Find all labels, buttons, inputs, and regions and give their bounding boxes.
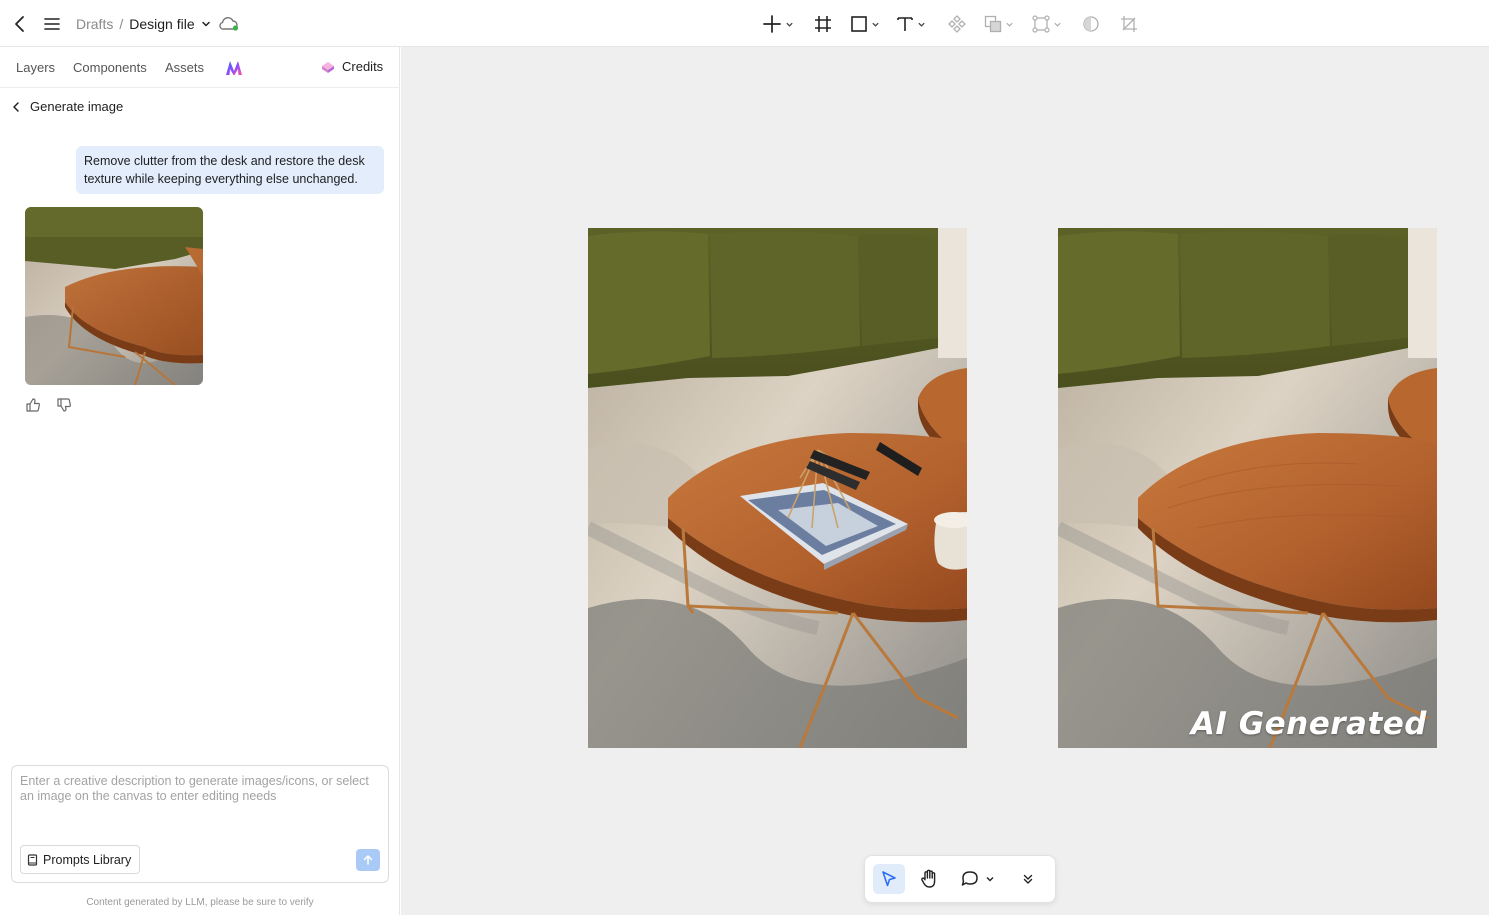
book-icon xyxy=(27,853,38,866)
mask-tool[interactable] xyxy=(1082,10,1100,38)
component-icon xyxy=(948,15,966,33)
chevron-down-icon[interactable] xyxy=(201,19,211,29)
chevron-left-icon[interactable] xyxy=(10,101,22,113)
breadcrumb-drafts[interactable]: Drafts xyxy=(76,16,113,32)
ai-logo-icon[interactable] xyxy=(225,60,243,76)
comment-tool-button[interactable] xyxy=(957,864,997,894)
frame-icon xyxy=(815,16,831,32)
chevron-down-icon[interactable] xyxy=(1053,20,1062,29)
prompts-library-button[interactable]: Prompts Library xyxy=(20,845,141,874)
original-table-photo xyxy=(588,228,967,748)
user-prompt-bubble: Remove clutter from the desk and restore… xyxy=(76,146,384,194)
text-tool[interactable] xyxy=(896,10,926,38)
chevron-down-icon[interactable] xyxy=(871,20,880,29)
panel-tabs: Layers Components Assets Credits xyxy=(0,47,400,88)
table-scene-thumbnail-image xyxy=(25,207,203,385)
chevron-down-icon[interactable] xyxy=(917,20,926,29)
ai-generated-image[interactable]: AI Generated xyxy=(1058,228,1437,748)
chevron-down-icon[interactable] xyxy=(785,20,794,29)
breadcrumb-separator: / xyxy=(119,16,124,32)
chevron-down-icon[interactable] xyxy=(1005,20,1014,29)
design-canvas[interactable]: AI Generated xyxy=(401,47,1489,915)
credits-label: Credits xyxy=(342,59,384,74)
component-tool[interactable] xyxy=(948,10,966,38)
tab-layers[interactable]: Layers xyxy=(16,60,55,75)
hand-icon xyxy=(921,869,936,888)
generated-table-photo xyxy=(1058,228,1437,748)
tab-components[interactable]: Components xyxy=(73,60,147,75)
generated-image-thumbnail[interactable] xyxy=(25,207,203,385)
text-icon xyxy=(897,17,913,31)
chevron-down-icon[interactable] xyxy=(985,874,995,884)
menu-icon[interactable] xyxy=(42,14,62,34)
prompt-input[interactable]: Enter a creative description to generate… xyxy=(20,774,382,804)
back-icon[interactable] xyxy=(10,14,30,34)
thumbs-down-icon[interactable] xyxy=(56,397,72,413)
frame-tool[interactable] xyxy=(814,10,832,38)
generate-image-title: Generate image xyxy=(30,99,124,114)
boolean-icon xyxy=(984,15,1002,33)
rectangle-icon xyxy=(851,16,867,32)
cloud-sync-icon[interactable] xyxy=(218,15,240,33)
left-panel: Layers Components Assets Credits Generat… xyxy=(0,47,400,915)
comment-icon xyxy=(961,871,978,886)
design-toolbar xyxy=(762,10,1148,38)
instance-tool[interactable] xyxy=(1032,10,1062,38)
select-tool-button[interactable] xyxy=(873,864,905,894)
instance-icon xyxy=(1032,15,1050,33)
plus-icon xyxy=(763,15,781,33)
thumbs-up-icon[interactable] xyxy=(25,397,41,413)
hand-tool-button[interactable] xyxy=(915,864,943,894)
crop-icon xyxy=(1121,16,1137,32)
add-tool[interactable] xyxy=(762,10,794,38)
crop-tool[interactable] xyxy=(1120,10,1138,38)
arrow-up-icon xyxy=(363,855,373,865)
bottom-toolbar xyxy=(864,855,1056,903)
credits-icon xyxy=(322,61,334,73)
double-chevron-down-icon xyxy=(1023,874,1033,884)
file-name[interactable]: Design file xyxy=(129,16,194,32)
top-bar: Drafts / Design file xyxy=(0,0,1489,47)
shape-tool[interactable] xyxy=(850,10,880,38)
breadcrumb: Drafts / Design file xyxy=(76,16,211,32)
send-button[interactable] xyxy=(356,849,380,871)
credits-button[interactable]: Credits xyxy=(320,59,383,74)
circle-icon xyxy=(1083,16,1099,32)
boolean-tool[interactable] xyxy=(984,10,1014,38)
ai-generated-badge: AI Generated xyxy=(1190,706,1427,742)
select-cursor-icon xyxy=(882,871,896,887)
tab-assets[interactable]: Assets xyxy=(165,60,204,75)
llm-disclaimer: Content generated by LLM, please be sure… xyxy=(86,897,314,908)
prompt-composer[interactable]: Enter a creative description to generate… xyxy=(11,765,389,883)
more-tools-button[interactable] xyxy=(1015,864,1041,894)
original-image[interactable] xyxy=(588,228,967,748)
prompts-library-label: Prompts Library xyxy=(43,852,132,867)
generate-image-header[interactable]: Generate image xyxy=(10,99,123,114)
